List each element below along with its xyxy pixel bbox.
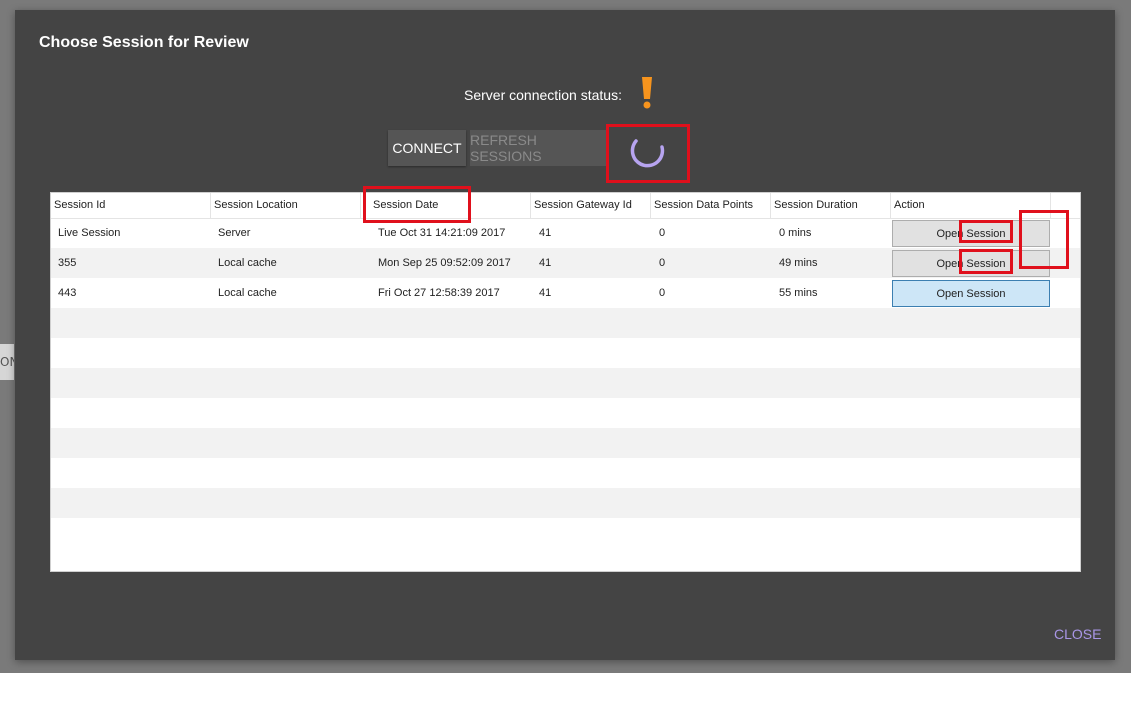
cell-session-data-points: 0 xyxy=(659,257,666,269)
table-row[interactable]: 443 Local cache Fri Oct 27 12:58:39 2017… xyxy=(51,278,1080,308)
cell-session-date: Mon Sep 25 09:52:09 2017 xyxy=(378,257,511,269)
cell-session-gateway-id: 41 xyxy=(539,227,552,239)
cell-session-duration: 49 mins xyxy=(779,257,818,269)
loading-spinner-icon xyxy=(630,139,665,168)
cell-session-gateway-id: 41 xyxy=(539,287,552,299)
cell-session-location: Local cache xyxy=(218,287,277,299)
server-status-label: Server connection status: xyxy=(464,87,622,103)
cell-session-data-points: 0 xyxy=(659,227,666,239)
connect-button[interactable]: CONNECT xyxy=(388,130,466,166)
cell-session-location: Local cache xyxy=(218,257,277,269)
column-header-session-data-points[interactable]: Session Data Points xyxy=(651,193,771,218)
cell-session-id: 355 xyxy=(58,257,77,269)
empty-row xyxy=(51,458,1080,488)
cell-session-date: Tue Oct 31 14:21:09 2017 xyxy=(378,227,506,239)
cell-session-gateway-id: 41 xyxy=(539,257,552,269)
refresh-sessions-button[interactable]: REFRESH SESSIONS xyxy=(470,130,608,166)
column-header-action[interactable]: Action xyxy=(891,193,1051,218)
side-tab[interactable]: ON xyxy=(0,344,14,380)
empty-row xyxy=(51,428,1080,458)
empty-row xyxy=(51,488,1080,518)
cell-session-duration: 0 mins xyxy=(779,227,812,239)
column-header-session-location[interactable]: Session Location xyxy=(211,193,361,218)
exclamation-icon xyxy=(641,77,652,109)
cell-session-id: Live Session xyxy=(58,227,121,239)
cell-session-location: Server xyxy=(218,227,251,239)
column-header-session-gateway-id[interactable]: Session Gateway Id xyxy=(531,193,651,218)
table-header: Session Id Session Location Session Date… xyxy=(51,193,1080,219)
open-session-button[interactable]: Open Session xyxy=(892,280,1050,307)
empty-row xyxy=(51,368,1080,398)
table-row[interactable]: 355 Local cache Mon Sep 25 09:52:09 2017… xyxy=(51,248,1080,278)
column-header-session-date[interactable]: Session Date xyxy=(361,193,531,218)
empty-row xyxy=(51,338,1080,368)
open-session-button[interactable]: Open Session xyxy=(892,250,1050,277)
dialog-title: Choose Session for Review xyxy=(39,34,249,51)
table-row[interactable]: Live Session Server Tue Oct 31 14:21:09 … xyxy=(51,218,1080,248)
cell-session-date: Fri Oct 27 12:58:39 2017 xyxy=(378,287,500,299)
cell-session-duration: 55 mins xyxy=(779,287,818,299)
empty-row xyxy=(51,398,1080,428)
column-header-session-duration[interactable]: Session Duration xyxy=(771,193,891,218)
cell-session-id: 443 xyxy=(58,287,77,299)
choose-session-dialog: Choose Session for Review Server connect… xyxy=(15,10,1115,660)
empty-row xyxy=(51,308,1080,338)
column-header-session-id[interactable]: Session Id xyxy=(51,193,211,218)
server-status-row: Server connection status: xyxy=(464,77,654,109)
sessions-table: Session Id Session Location Session Date… xyxy=(50,192,1081,572)
side-tab-label: ON xyxy=(0,355,14,369)
open-session-button[interactable]: Open Session xyxy=(892,220,1050,247)
close-button[interactable]: CLOSE xyxy=(1054,626,1101,642)
cell-session-data-points: 0 xyxy=(659,287,666,299)
